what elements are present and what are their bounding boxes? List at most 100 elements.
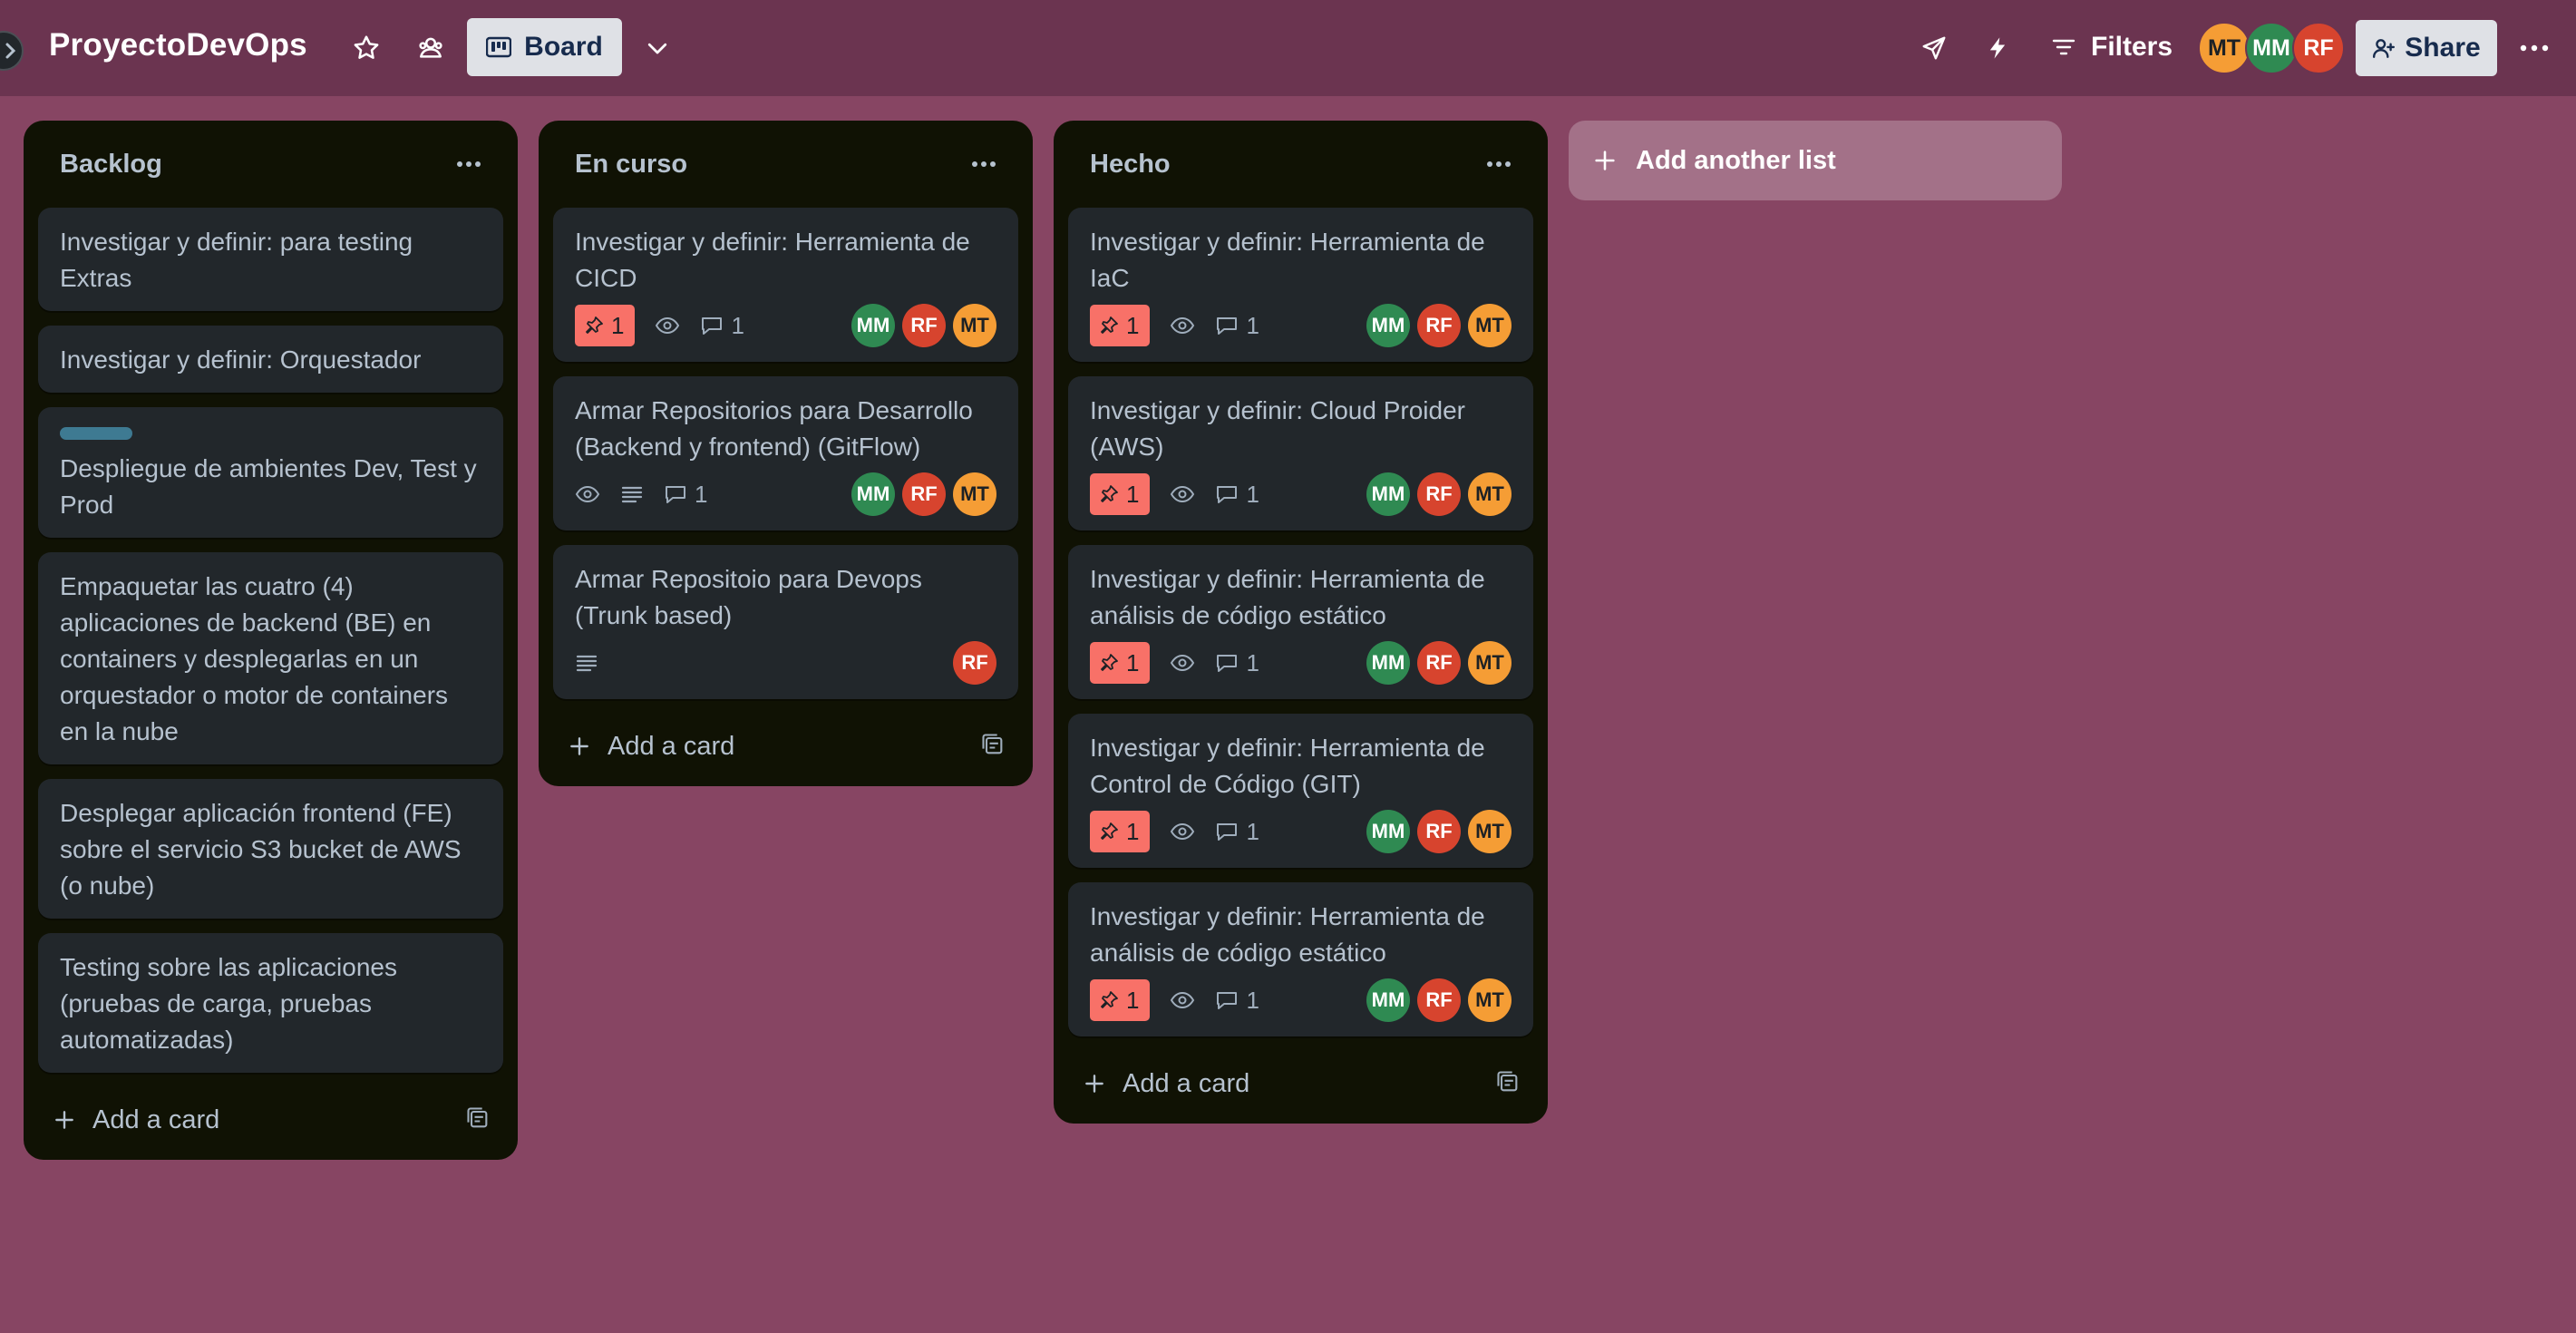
list-title[interactable]: En curso [575, 150, 687, 180]
member-avatar[interactable]: MT [1468, 810, 1512, 853]
card[interactable]: Testing sobre las aplicaciones (pruebas … [38, 933, 503, 1073]
member-avatar[interactable]: RF [1417, 978, 1461, 1022]
template-icon[interactable] [1495, 1069, 1521, 1099]
card[interactable]: Investigar y definir: Herramienta de IaC… [1068, 208, 1533, 362]
board-view-label: Board [524, 32, 603, 62]
pin-icon [1101, 822, 1118, 840]
card[interactable]: Investigar y definir: para testing Extra… [38, 208, 503, 311]
member-avatar[interactable]: MT [2198, 22, 2250, 74]
card-title: Investigar y definir: Cloud Proider (AWS… [1090, 396, 1465, 461]
card-title: Investigar y definir: Orquestador [60, 345, 422, 374]
add-card-label: Add a card [608, 731, 735, 761]
comments-badge: 1 [1215, 481, 1259, 509]
card-title: Armar Repositorios para Desarrollo (Back… [575, 396, 973, 461]
comments-badge: 1 [1215, 649, 1259, 677]
share-label: Share [2405, 33, 2481, 63]
list-title[interactable]: Backlog [60, 150, 162, 180]
plus-icon [570, 737, 588, 755]
comments-badge: 1 [1215, 987, 1259, 1015]
add-card-button[interactable]: Add a card [1083, 1069, 1249, 1099]
sidebar-toggle-button[interactable] [0, 31, 24, 71]
member-avatar[interactable]: MT [1468, 472, 1512, 516]
member-avatar[interactable]: MT [953, 304, 996, 347]
comment-icon [702, 317, 723, 335]
card-title: Investigar y definir: Herramienta de aná… [1090, 565, 1485, 629]
lightning-icon[interactable] [1977, 27, 2018, 69]
board-view-button[interactable]: Board [467, 18, 622, 76]
comments-badge: 1 [664, 481, 707, 509]
card[interactable]: Investigar y definir: Herramienta de CIC… [553, 208, 1018, 362]
card[interactable]: Investigar y definir: Orquestador [38, 326, 503, 393]
pin-icon [1101, 316, 1118, 334]
add-card-button[interactable]: Add a card [568, 732, 734, 762]
comments-badge: 1 [1215, 312, 1259, 340]
list-more-icon[interactable] [964, 144, 1004, 184]
member-avatar[interactable]: RF [1417, 304, 1461, 347]
eye-icon [575, 485, 600, 503]
card[interactable]: Desplegar aplicación frontend (FE) sobre… [38, 779, 503, 919]
member-avatar[interactable]: MT [953, 472, 996, 516]
list-more-icon[interactable] [1479, 144, 1519, 184]
card[interactable]: Armar Repositoio para Devops (Trunk base… [553, 545, 1018, 699]
add-card-button[interactable]: Add a card [53, 1105, 219, 1135]
more-icon[interactable] [2513, 27, 2555, 69]
template-icon[interactable] [980, 732, 1006, 762]
card[interactable]: Armar Repositorios para Desarrollo (Back… [553, 376, 1018, 530]
description-icon [575, 653, 598, 673]
member-avatar[interactable]: MM [1366, 304, 1410, 347]
list-title[interactable]: Hecho [1090, 150, 1171, 180]
member-avatar[interactable]: RF [902, 304, 946, 347]
due-date-badge[interactable]: 1 [1090, 979, 1151, 1021]
card-title: Testing sobre las aplicaciones (pruebas … [60, 953, 397, 1054]
member-avatar[interactable]: MM [1366, 810, 1410, 853]
card[interactable]: Investigar y definir: Herramienta de Con… [1068, 714, 1533, 868]
filters-button[interactable]: Filters [2042, 20, 2182, 74]
member-avatar[interactable]: MM [851, 472, 895, 516]
due-date-badge[interactable]: 1 [1090, 642, 1151, 684]
list-hecho: Hecho Investigar y definir: Herramienta … [1054, 121, 1548, 1124]
due-date-badge[interactable]: 1 [1090, 473, 1151, 515]
eye-icon [1170, 485, 1195, 503]
card-label[interactable] [60, 427, 132, 440]
star-icon[interactable] [345, 27, 387, 69]
card[interactable]: Despliegue de ambientes Dev, Test y Prod [38, 407, 503, 538]
member-avatar[interactable]: MM [851, 304, 895, 347]
list-backlog: Backlog Investigar y definir: para testi… [24, 121, 518, 1160]
comment-icon [1217, 317, 1238, 335]
member-avatar[interactable]: MM [2245, 22, 2298, 74]
due-date-badge[interactable]: 1 [1090, 811, 1151, 852]
member-avatar[interactable]: RF [2292, 22, 2345, 74]
list-more-icon[interactable] [449, 144, 489, 184]
member-avatar[interactable]: MT [1468, 978, 1512, 1022]
member-avatar[interactable]: RF [1417, 472, 1461, 516]
plus-icon [1595, 151, 1615, 170]
send-icon[interactable] [1913, 27, 1955, 69]
card[interactable]: Investigar y definir: Cloud Proider (AWS… [1068, 376, 1533, 530]
template-icon[interactable] [465, 1105, 491, 1135]
card[interactable]: Investigar y definir: Herramienta de aná… [1068, 882, 1533, 1036]
board-icon [486, 36, 512, 58]
member-avatar[interactable]: MM [1366, 472, 1410, 516]
member-avatar[interactable]: MM [1366, 641, 1410, 685]
member-avatar[interactable]: RF [1417, 641, 1461, 685]
member-avatar[interactable]: RF [902, 472, 946, 516]
card-title: Despliegue de ambientes Dev, Test y Prod [60, 454, 477, 519]
chevron-down-icon[interactable] [637, 27, 678, 69]
member-avatar[interactable]: MT [1468, 304, 1512, 347]
member-avatar[interactable]: MM [1366, 978, 1410, 1022]
member-avatar[interactable]: RF [1417, 810, 1461, 853]
share-button[interactable]: Share [2356, 20, 2497, 76]
member-avatar[interactable]: MT [1468, 641, 1512, 685]
comments-badge: 1 [700, 312, 744, 340]
eye-icon [655, 316, 680, 335]
member-avatar[interactable]: RF [953, 641, 996, 685]
board-title[interactable]: ProyectoDevOps [49, 27, 307, 63]
card[interactable]: Investigar y definir: Herramienta de aná… [1068, 545, 1533, 699]
due-date-badge[interactable]: 1 [575, 305, 636, 346]
card[interactable]: Empaquetar las cuatro (4) aplicaciones d… [38, 552, 503, 764]
workspace-visibility-icon[interactable] [410, 27, 452, 69]
board-members: MT MM RF [2198, 22, 2345, 74]
card-title: Investigar y definir: para testing Extra… [60, 228, 413, 292]
due-date-badge[interactable]: 1 [1090, 305, 1151, 346]
add-list-button[interactable]: Add another list [1569, 121, 2062, 200]
